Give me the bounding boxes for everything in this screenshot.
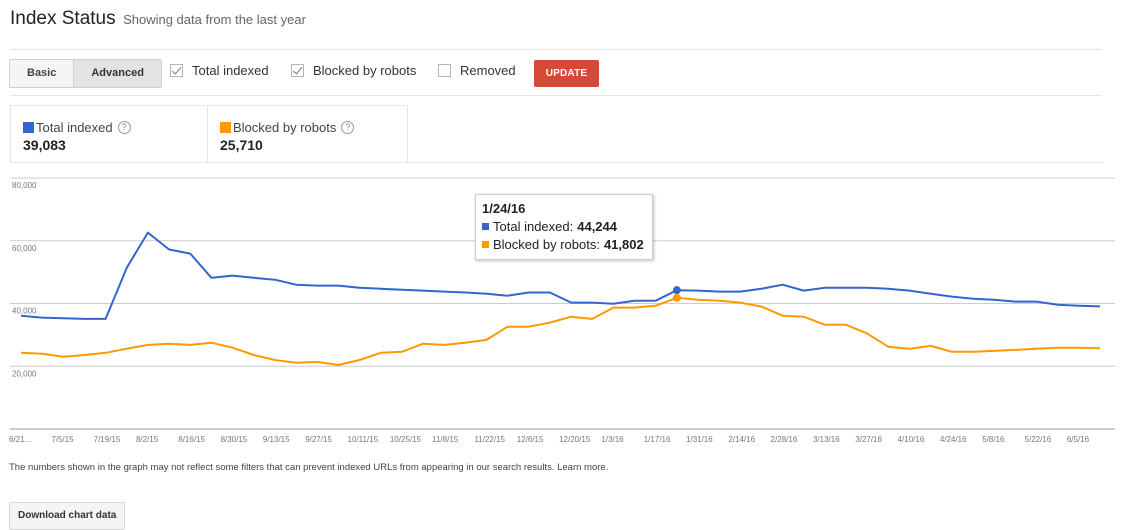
checkbox-label: Total indexed — [192, 63, 269, 78]
page-title: Index Status — [10, 8, 116, 29]
tooltip-date: 1/24/16 — [482, 201, 526, 216]
tooltip-value: 44,244 — [577, 219, 617, 234]
summary-label: Blocked by robots — [233, 120, 337, 135]
y-tick-label: 40,000 — [12, 307, 37, 316]
x-tick-label: 6/5/16 — [1067, 435, 1090, 444]
learn-more-link[interactable]: Learn more. — [557, 462, 608, 473]
x-tick-label: 1/3/16 — [601, 435, 624, 444]
x-tick-label: 1/17/16 — [644, 435, 671, 444]
x-tick-label: 10/25/15 — [390, 435, 422, 444]
x-tick-label: 5/22/16 — [1025, 435, 1052, 444]
blocked-swatch-icon — [220, 122, 231, 133]
disclaimer-note: The numbers shown in the graph may not r… — [9, 462, 608, 473]
x-tick-label: 8/2/15 — [136, 435, 159, 444]
x-tick-label: 2/14/16 — [728, 435, 755, 444]
removed-checkbox[interactable]: Removed — [438, 63, 516, 78]
x-tick-label: 7/5/15 — [51, 435, 74, 444]
checkbox-label: Removed — [460, 63, 516, 78]
tooltip-label: Total indexed: — [493, 219, 574, 234]
series-swatch-icon — [482, 241, 489, 248]
summary-value: 39,083 — [23, 137, 66, 153]
highlight-point-total-indexed — [672, 286, 681, 295]
tooltip-row-blocked: Blocked by robots: 41,802 — [482, 237, 644, 252]
total-indexed-checkbox[interactable]: Total indexed — [170, 63, 269, 78]
x-tick-label: 2/28/16 — [771, 435, 798, 444]
note-text: The numbers shown in the graph may not r… — [9, 462, 555, 473]
help-icon[interactable]: ? — [341, 121, 355, 134]
download-chart-data-button[interactable]: Download chart data — [9, 502, 126, 530]
tooltip-label: Blocked by robots: — [493, 237, 600, 252]
y-tick-label: 80,000 — [12, 181, 37, 190]
x-tick-label: 9/27/15 — [305, 435, 332, 444]
help-icon[interactable]: ? — [117, 121, 131, 134]
summary-blocked-by-robots: Blocked by robots ? 25,710 — [208, 105, 408, 163]
basic-toggle-button[interactable]: Basic — [10, 60, 74, 87]
y-tick-label: 20,000 — [12, 369, 37, 378]
x-tick-label: 10/11/15 — [348, 435, 379, 444]
x-tick-label: 11/22/15 — [474, 435, 505, 444]
tooltip-row-total-indexed: Total indexed: 44,244 — [482, 219, 644, 234]
x-tick-label: 8/30/15 — [221, 435, 248, 444]
x-tick-label: 9/13/15 — [263, 435, 290, 444]
highlight-point-blocked-by-robots — [672, 293, 681, 302]
divider — [10, 49, 1102, 50]
x-tick-label: 4/24/16 — [940, 435, 967, 444]
divider — [408, 162, 1102, 163]
summary-label: Total indexed — [36, 120, 113, 135]
chart-tooltip: 1/24/16 Total indexed: 44,244 Blocked by… — [475, 194, 653, 260]
summary-total-indexed: Total indexed ? 39,083 — [10, 105, 208, 163]
series-swatch-icon — [482, 223, 489, 230]
x-tick-label: 7/19/15 — [94, 435, 121, 444]
checkbox-checked-icon[interactable] — [291, 64, 304, 77]
view-toggle: Basic Advanced — [9, 59, 162, 88]
page-header: Index Status Showing data from the last … — [10, 8, 306, 30]
x-tick-label: 5/8/16 — [982, 435, 1005, 444]
x-tick-label: 3/13/16 — [813, 435, 840, 444]
x-tick-label: 12/6/15 — [517, 435, 544, 444]
x-tick-label: 1/31/16 — [686, 435, 713, 444]
tooltip-value: 41,802 — [603, 237, 644, 252]
x-tick-label: 3/27/16 — [855, 435, 882, 444]
series-line-blocked-by-robots — [20, 296, 1101, 366]
advanced-toggle-button[interactable]: Advanced — [73, 60, 161, 87]
x-tick-label: 4/10/16 — [898, 435, 925, 444]
update-button[interactable]: UPDATE — [534, 60, 599, 87]
x-tick-label: 6/21... — [9, 435, 31, 444]
summary-value: 25,710 — [220, 137, 263, 153]
x-tick-label: 12/20/15 — [559, 435, 591, 444]
checkbox-label: Blocked by robots — [313, 63, 417, 78]
y-tick-label: 60,000 — [12, 244, 37, 253]
x-tick-label: 11/8/15 — [432, 435, 459, 444]
divider — [10, 95, 1102, 96]
blocked-by-robots-checkbox[interactable]: Blocked by robots — [291, 63, 416, 78]
checkbox-checked-icon[interactable] — [170, 64, 183, 77]
summary-panel: Total indexed ? 39,083 Blocked by robots… — [10, 105, 408, 163]
page-subtitle: Showing data from the last year — [123, 12, 306, 27]
checkbox-unchecked-icon[interactable] — [438, 64, 451, 77]
total-indexed-swatch-icon — [23, 122, 34, 133]
x-tick-label: 8/16/15 — [178, 435, 205, 444]
